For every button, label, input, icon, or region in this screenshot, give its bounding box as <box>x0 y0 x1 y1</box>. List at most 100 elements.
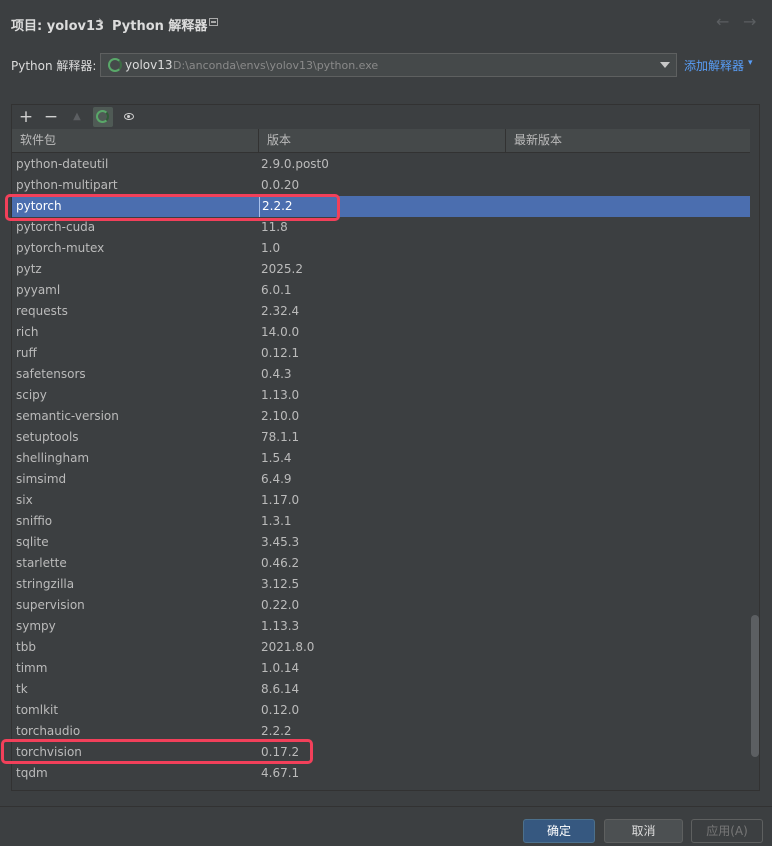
package-version: 1.5.4 <box>261 451 292 465</box>
remove-package-button[interactable]: − <box>41 107 61 127</box>
forward-arrow-icon[interactable]: → <box>743 12 756 31</box>
package-version: 1.3.1 <box>261 514 292 528</box>
package-version: 78.1.1 <box>261 430 300 444</box>
package-version: 0.12.0 <box>261 703 300 717</box>
interpreter-name: yolov13 <box>125 58 173 72</box>
interpreter-select[interactable]: yolov13 D:\anconda\envs\yolov13\python.e… <box>100 53 677 77</box>
package-version: 0.46.2 <box>261 556 300 570</box>
package-name: six <box>16 493 33 507</box>
table-row[interactable]: ruff 0.12.1 <box>12 343 750 364</box>
packages-toolbar: + − ▲ <box>12 105 759 129</box>
table-row[interactable]: sqlite 3.45.3 <box>12 532 750 553</box>
package-version: 3.45.3 <box>261 535 300 549</box>
table-row[interactable]: starlette 0.46.2 <box>12 553 750 574</box>
column-header-latest[interactable]: 最新版本 <box>506 129 750 152</box>
table-row[interactable]: pyyaml 6.0.1 <box>12 280 750 301</box>
package-name: simsimd <box>16 472 67 486</box>
table-row[interactable]: tbb 2021.8.0 <box>12 637 750 658</box>
packages-table-body: python-dateutil 2.9.0.post0 python-multipa… <box>12 154 750 784</box>
package-version: 2.10.0 <box>261 409 300 423</box>
table-row[interactable]: timm 1.0.14 <box>12 658 750 679</box>
table-row[interactable]: rich 14.0.0 <box>12 322 750 343</box>
chevron-down-icon[interactable] <box>660 62 670 68</box>
package-name: tbb <box>16 640 36 654</box>
table-row[interactable]: pytorch-mutex 1.0 <box>12 238 750 259</box>
table-row[interactable]: sympy 1.13.3 <box>12 616 750 637</box>
table-row[interactable]: stringzilla 3.12.5 <box>12 574 750 595</box>
add-interpreter-link[interactable]: 添加解释器 <box>684 57 744 74</box>
package-name: supervision <box>16 598 85 612</box>
conda-env-icon <box>108 58 122 72</box>
settings-header: 项目: yolov13 › Python 解释器 ← → <box>0 0 772 46</box>
table-row[interactable]: setuptools 78.1.1 <box>12 427 750 448</box>
table-row[interactable]: safetensors 0.4.3 <box>12 364 750 385</box>
package-name: rich <box>16 325 39 339</box>
column-header-package[interactable]: 软件包 <box>12 129 259 152</box>
conda-icon <box>96 110 109 123</box>
package-name: tk <box>16 682 28 696</box>
window-icon[interactable] <box>209 18 218 26</box>
package-version: 2.32.4 <box>261 304 300 318</box>
table-row[interactable]: tomlkit 0.12.0 <box>12 700 750 721</box>
add-package-button[interactable]: + <box>16 107 36 127</box>
package-version: 0.22.0 <box>261 598 300 612</box>
package-name: shellingham <box>16 451 90 465</box>
table-row[interactable]: pytz 2025.2 <box>12 259 750 280</box>
package-version: 2021.8.0 <box>261 640 315 654</box>
package-name: sqlite <box>16 535 49 549</box>
table-row[interactable]: tqdm 4.67.1 <box>12 763 750 784</box>
package-version: 2.9.0.post0 <box>261 157 329 171</box>
table-row[interactable]: six 1.17.0 <box>12 490 750 511</box>
table-row[interactable]: semantic-version 2.10.0 <box>12 406 750 427</box>
breadcrumb-separator: › <box>98 14 104 29</box>
package-version: 0.12.1 <box>261 346 300 360</box>
package-name: safetensors <box>16 367 86 381</box>
upgrade-package-button[interactable]: ▲ <box>67 107 87 127</box>
table-row[interactable]: requests 2.32.4 <box>12 301 750 322</box>
scrollbar-thumb[interactable] <box>751 615 759 757</box>
package-version: 2025.2 <box>261 262 303 276</box>
package-version: 1.13.3 <box>261 619 300 633</box>
back-arrow-icon[interactable]: ← <box>716 12 729 31</box>
show-early-releases-button[interactable] <box>119 107 139 127</box>
add-interpreter-caret-icon[interactable]: ▾ <box>748 58 753 68</box>
vertical-scrollbar[interactable] <box>750 129 759 790</box>
package-version: 6.4.9 <box>261 472 292 486</box>
table-row[interactable]: supervision 0.22.0 <box>12 595 750 616</box>
package-name: semantic-version <box>16 409 119 423</box>
package-name: tomlkit <box>16 703 59 717</box>
package-name: requests <box>16 304 68 318</box>
table-row[interactable]: shellingham 1.5.4 <box>12 448 750 469</box>
package-name: scipy <box>16 388 47 402</box>
conda-toggle-button[interactable] <box>93 107 113 127</box>
cancel-button[interactable]: 取消 <box>604 819 683 843</box>
package-version: 1.17.0 <box>261 493 300 507</box>
interpreter-label: Python 解释器: <box>11 59 97 73</box>
package-name: starlette <box>16 556 67 570</box>
table-row[interactable]: python-multipart 0.0.20 <box>12 175 750 196</box>
package-name: tqdm <box>16 766 48 780</box>
package-version: 0.0.20 <box>261 178 300 192</box>
package-version: 1.0.14 <box>261 661 300 675</box>
package-name: stringzilla <box>16 577 75 591</box>
package-name: python-multipart <box>16 178 118 192</box>
package-name: pytorch-mutex <box>16 241 105 255</box>
packages-table-header: 软件包 版本 最新版本 <box>12 129 750 153</box>
package-version: 1.13.0 <box>261 388 300 402</box>
ok-button[interactable]: 确定 <box>523 819 595 843</box>
breadcrumb-project[interactable]: 项目: yolov13 <box>11 15 104 34</box>
package-name: setuptools <box>16 430 79 444</box>
table-row[interactable]: simsimd 6.4.9 <box>12 469 750 490</box>
table-row[interactable]: sniffio 1.3.1 <box>12 511 750 532</box>
apply-button[interactable]: 应用(A) <box>691 819 763 843</box>
table-row[interactable]: scipy 1.13.0 <box>12 385 750 406</box>
footer-divider <box>0 806 772 807</box>
highlight-box-pytorch <box>5 194 340 221</box>
package-name: pytz <box>16 262 42 276</box>
package-name: sympy <box>16 619 56 633</box>
package-name: python-dateutil <box>16 157 109 171</box>
table-row[interactable]: python-dateutil 2.9.0.post0 <box>12 154 750 175</box>
highlight-box-torchvision <box>1 739 313 764</box>
table-row[interactable]: tk 8.6.14 <box>12 679 750 700</box>
column-header-version[interactable]: 版本 <box>259 129 506 152</box>
